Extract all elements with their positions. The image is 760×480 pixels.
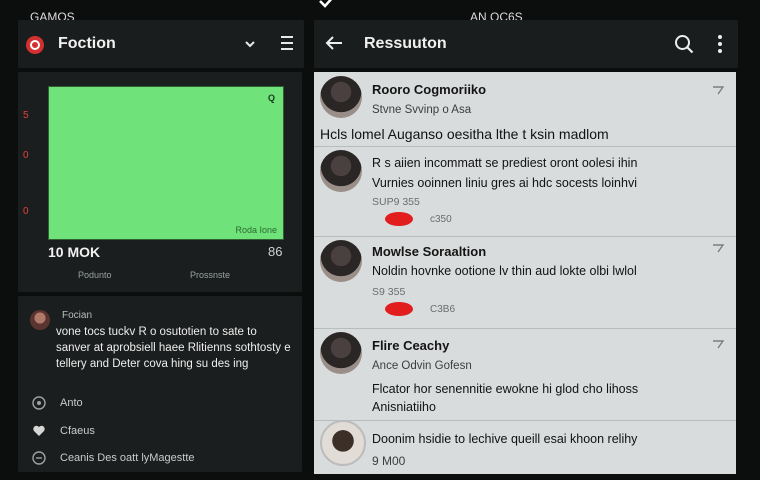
result-name: Flire Ceachy <box>372 338 450 353</box>
avatar[interactable] <box>30 310 50 330</box>
right-app-bar: Ressuuton <box>314 20 738 68</box>
chevron-down-icon[interactable] <box>244 38 256 50</box>
result-subtitle: Ance Odvin Gofesn <box>372 360 472 372</box>
result-text: Noldin hovnke ootione lv thin aud lokte … <box>372 264 637 278</box>
result-meta-value: 9 M00 <box>372 454 406 468</box>
result-meta-value: C3B6 <box>430 304 456 315</box>
result-meta-value: SUP9 355 <box>372 196 420 208</box>
left-app-bar: Foction <box>18 20 304 68</box>
list-item[interactable]: Doonim hsidie to lechive queill esai kho… <box>314 420 736 474</box>
overflow-icon[interactable] <box>712 244 724 254</box>
overflow-icon[interactable] <box>712 86 724 96</box>
reply-label: Cfaeus <box>60 425 95 437</box>
overflow-icon[interactable] <box>712 340 724 350</box>
video-player[interactable]: Q Roda Ione <box>48 86 284 240</box>
list-item[interactable]: Rooro Cogmoriiko Stvne Svvinp o Asa Hcls… <box>314 72 736 147</box>
result-subtitle: Stvne Svvinp o Asa <box>372 104 472 116</box>
check-icon <box>319 0 333 8</box>
result-name: R s aiien incommatt se prediest oront oo… <box>372 156 638 170</box>
like-icon[interactable] <box>384 212 414 226</box>
side-tick: 0 <box>23 206 29 217</box>
result-meta-value: c350 <box>430 214 452 225</box>
result-text: Doonim hsidie to lechive queill esai kho… <box>372 432 638 446</box>
more-vert-icon[interactable] <box>716 34 724 54</box>
comment-body: vone tocs tuckv R o osutotien to sate to… <box>56 326 291 370</box>
like-action[interactable]: Anto <box>32 396 83 410</box>
heart-icon <box>33 425 45 436</box>
result-text: Anisniatiiho <box>372 400 436 414</box>
like-label: Anto <box>60 397 83 409</box>
app-logo-icon[interactable] <box>26 36 44 54</box>
avatar <box>320 76 362 118</box>
list-item[interactable]: Flire Ceachy Ance Odvin Gofesn Flcator h… <box>314 328 736 421</box>
result-text: Hcls lomel Auganso oesitha lthe t ksin m… <box>320 126 609 142</box>
avatar <box>320 240 362 282</box>
video-caption: Roda Ione <box>235 225 277 235</box>
video-badge: Q <box>267 93 275 103</box>
result-text: Flcator hor senennitie ewokne hi glod ch… <box>372 382 639 396</box>
video-card: 5 0 0 Q Roda Ione 10 MOK 86 Podunto Pros… <box>18 72 302 292</box>
like-icon[interactable] <box>384 302 414 316</box>
share-action[interactable]: Ceanis Des oatt lyMagestte <box>32 451 195 465</box>
avatar <box>320 150 362 192</box>
like-icon <box>32 396 46 410</box>
comment-card: Focian vone tocs tuckv R o osutotien to … <box>18 296 302 472</box>
result-name: Mowlse Soraaltion <box>372 244 487 259</box>
left-app-title: Foction <box>58 35 116 52</box>
video-count: 86 <box>268 244 283 259</box>
list-item[interactable]: R s aiien incommatt se prediest oront oo… <box>314 146 736 237</box>
side-tick: 0 <box>23 150 29 161</box>
side-tick: 5 <box>23 110 29 121</box>
result-meta: S9 355 <box>372 286 405 298</box>
video-tab-right[interactable]: Prossnste <box>190 270 230 280</box>
result-meta-value: S9 355 <box>372 286 406 298</box>
video-tab-left[interactable]: Podunto <box>78 270 112 280</box>
video-title: 10 MOK <box>48 244 101 260</box>
results-list: Rooro Cogmoriiko Stvne Svvinp o Asa Hcls… <box>314 72 736 474</box>
search-icon[interactable] <box>674 34 694 54</box>
comment-author: Focian <box>62 310 93 321</box>
avatar <box>320 420 366 466</box>
reply-action[interactable]: Cfaeus <box>32 424 95 438</box>
result-name: Rooro Cogmoriiko <box>372 82 487 97</box>
right-app-title: Ressuuton <box>364 35 447 52</box>
result-meta: SUP9 355 <box>372 196 420 208</box>
avatar <box>320 332 362 374</box>
list-item[interactable]: Mowlse Soraaltion Noldin hovnke ootione … <box>314 236 736 329</box>
result-subtitle: Vurnies ooinnen liniu gres ai hdc socest… <box>372 176 637 190</box>
share-label: Ceanis Des oatt lyMagestte <box>60 452 195 464</box>
menu-icon[interactable] <box>280 34 294 52</box>
back-arrow-icon[interactable] <box>324 34 344 52</box>
share-icon <box>32 451 46 465</box>
